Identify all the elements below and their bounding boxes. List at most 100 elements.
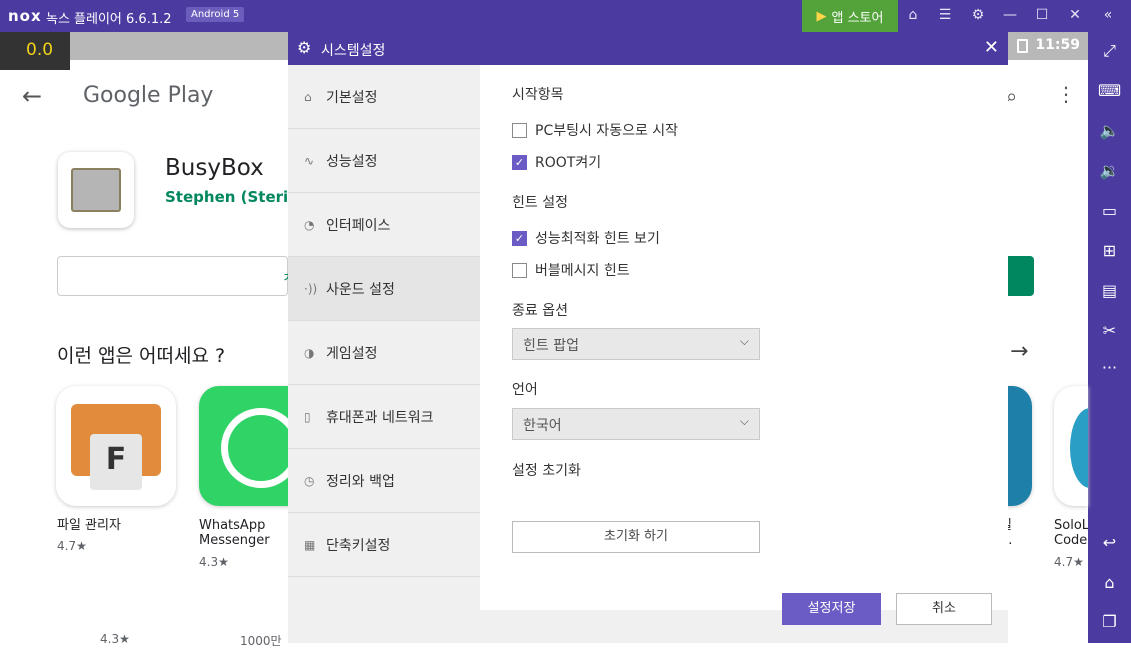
back-nav-icon[interactable]: ↩ xyxy=(1088,533,1131,552)
checkmark-icon: ✓ xyxy=(512,154,527,170)
screen-icon[interactable]: ▭ xyxy=(1088,201,1131,220)
settings-sidebar: ⌂ 기본설정 ∿ 성능설정 ◔ 인터페이스 ·)) 사운드 설정 ◑ 게임설정 … xyxy=(288,65,480,610)
close-icon[interactable]: ✕ xyxy=(984,37,999,58)
phone-icon: ▯ xyxy=(304,409,311,424)
sidebar-item-backup[interactable]: ◷ 정리와 백업 xyxy=(288,449,480,513)
sidebar-item-label: 단축키설정 xyxy=(326,537,391,554)
battery-icon xyxy=(1017,39,1028,53)
home-icon: ⌂ xyxy=(304,89,312,104)
emulator-side-toolbar: ⤢ ⌨ 🔈 🔉 ▭ ⊞ ▤ ✂ ··· ↩ ⌂ ❐ xyxy=(1088,32,1131,643)
select-value: 힌트 팝업 xyxy=(523,338,579,354)
sidebar-item-label: 게임설정 xyxy=(326,345,378,362)
tile-rating: 4.7★ xyxy=(57,539,87,553)
checkbox-label: PC부팅시 자동으로 시작 xyxy=(535,123,679,139)
gear-icon: ⚙ xyxy=(297,38,312,57)
fullscreen-icon[interactable]: ⤢ xyxy=(1088,41,1131,61)
sidebar-item-label: 정리와 백업 xyxy=(326,473,395,490)
checkbox-label: 버블메시지 힌트 xyxy=(535,263,630,279)
hint-section-title: 힌트 설정 xyxy=(512,195,568,211)
exit-option-select[interactable]: 힌트 팝업 ⌵ xyxy=(512,328,760,360)
collapse-sidebar-icon[interactable]: « xyxy=(1099,7,1117,23)
tile-rating: 4.3★ xyxy=(199,555,229,569)
root-checkbox[interactable]: ✓ ROOT켜기 xyxy=(512,152,601,172)
dialog-title: 시스템설정 xyxy=(321,43,386,59)
system-settings-dialog: ⚙ 시스템설정 ✕ ⌂ 기본설정 ∿ 성능설정 ◔ 인터페이스 ·)) 사운드 … xyxy=(288,32,1008,643)
volume-up-icon[interactable]: 🔈 xyxy=(1088,121,1131,140)
recommend-title: 이런 앱은 어떠세요 ? xyxy=(57,345,226,367)
cancel-button[interactable]: 취소 xyxy=(896,593,992,625)
back-arrow-icon[interactable]: ← xyxy=(22,82,42,110)
shirt-icon[interactable]: ⌂ xyxy=(904,7,922,23)
save-button[interactable]: 설정저장 xyxy=(782,593,881,625)
reset-button[interactable]: 초기화 하기 xyxy=(512,521,760,553)
sidebar-item-sound[interactable]: ·)) 사운드 설정 xyxy=(288,257,480,321)
app-tile-sololearn[interactable] xyxy=(1054,386,1088,506)
more-vert-icon[interactable]: ⋮ xyxy=(1056,82,1076,106)
sidebar-item-label: 기본설정 xyxy=(326,89,378,106)
sidebar-item-game[interactable]: ◑ 게임설정 xyxy=(288,321,480,385)
multi-instance-icon[interactable]: ▤ xyxy=(1088,281,1131,300)
history-icon: ◷ xyxy=(304,473,315,488)
close-icon[interactable]: ✕ xyxy=(1066,7,1084,23)
install-button-right[interactable] xyxy=(1008,256,1034,296)
perf-hint-checkbox[interactable]: ✓ 성능최적화 힌트 보기 xyxy=(512,228,660,248)
android-version-badge: Android 5 xyxy=(186,7,245,22)
checkbox-label: ROOT켜기 xyxy=(535,155,602,171)
startup-section-title: 시작항목 xyxy=(512,87,564,103)
more-icon[interactable]: ··· xyxy=(1088,358,1131,377)
arrow-right-icon[interactable]: → xyxy=(1010,339,1028,364)
chevron-down-icon: ⌵ xyxy=(739,414,749,428)
select-value: 한국어 xyxy=(523,418,562,434)
chevron-down-icon: ⌵ xyxy=(739,334,749,348)
checkbox-unchecked-icon xyxy=(512,122,527,138)
keyboard-icon: ▦ xyxy=(304,537,316,552)
sidebar-item-label: 휴대폰과 네트워크 xyxy=(326,409,434,426)
install-button-left[interactable]: ㅊ xyxy=(57,256,295,296)
tile-name: 파일 관리자 xyxy=(57,518,121,533)
maximize-icon[interactable]: ☐ xyxy=(1033,7,1051,23)
sound-icon: ·)) xyxy=(304,281,318,296)
settings-content: 시작항목 PC부팅시 자동으로 시작 ✓ ROOT켜기 힌트 설정 ✓ 성능최적… xyxy=(480,65,1008,610)
sidebar-item-label: 인터페이스 xyxy=(326,217,391,234)
reset-section-title: 설정 초기화 xyxy=(512,463,581,479)
sidebar-item-basic[interactable]: ⌂ 기본설정 xyxy=(288,65,480,129)
app-tile-file-manager[interactable]: F xyxy=(56,386,176,506)
window-title: 녹스 플레이어 6.6.1.2 xyxy=(46,12,172,27)
tile-name: SoloL Code xyxy=(1054,518,1088,548)
minimize-icon[interactable]: — xyxy=(1001,7,1019,23)
busybox-app-icon xyxy=(58,152,134,228)
sidebar-item-label: 사운드 설정 xyxy=(326,281,395,298)
app-store-button[interactable]: ▶ 앱 스토어 xyxy=(802,0,898,32)
status-clock: 11:59 xyxy=(1035,37,1080,53)
pulse-icon: ∿ xyxy=(304,153,315,168)
sidebar-item-interface[interactable]: ◔ 인터페이스 xyxy=(288,193,480,257)
emulator-titlebar: nox 녹스 플레이어 6.6.1.2 Android 5 ▶ 앱 스토어 ⌂ … xyxy=(0,0,1131,32)
exit-section-title: 종료 옵션 xyxy=(512,303,568,319)
sidebar-item-shortcuts[interactable]: ▦ 단축키설정 xyxy=(288,513,480,577)
home-nav-icon[interactable]: ⌂ xyxy=(1088,573,1131,592)
fps-counter: 0.0 xyxy=(0,32,70,70)
palette-icon: ◔ xyxy=(304,217,315,232)
bottom-downloads: 1000만 xyxy=(240,634,282,648)
language-select[interactable]: 한국어 ⌵ xyxy=(512,408,760,440)
checkbox-unchecked-icon xyxy=(512,262,527,278)
tile-rating: 4.7★ xyxy=(1054,555,1084,569)
volume-down-icon[interactable]: 🔉 xyxy=(1088,161,1131,180)
recents-nav-icon[interactable]: ❐ xyxy=(1088,612,1131,631)
add-apk-icon[interactable]: ⊞ xyxy=(1088,241,1131,260)
menu-icon[interactable]: ☰ xyxy=(936,7,954,23)
bottom-rating: 4.3★ xyxy=(100,632,130,646)
google-play-logo: Google Play xyxy=(83,83,214,108)
nox-logo: nox xyxy=(8,7,42,25)
sidebar-item-performance[interactable]: ∿ 성능설정 xyxy=(288,129,480,193)
keyboard-icon[interactable]: ⌨ xyxy=(1088,81,1131,100)
autostart-checkbox[interactable]: PC부팅시 자동으로 시작 xyxy=(512,120,678,140)
app-developer[interactable]: Stephen (Stericsc xyxy=(165,188,287,206)
gear-icon[interactable]: ⚙ xyxy=(969,7,987,23)
play-store-icon: ▶ xyxy=(816,8,827,24)
checkbox-label: 성능최적화 힌트 보기 xyxy=(535,231,660,247)
bubble-hint-checkbox[interactable]: 버블메시지 힌트 xyxy=(512,260,630,280)
sidebar-item-network[interactable]: ▯ 휴대폰과 네트워크 xyxy=(288,385,480,449)
tile-name: WhatsApp Messenger xyxy=(199,518,270,548)
scissors-icon[interactable]: ✂ xyxy=(1088,321,1131,340)
